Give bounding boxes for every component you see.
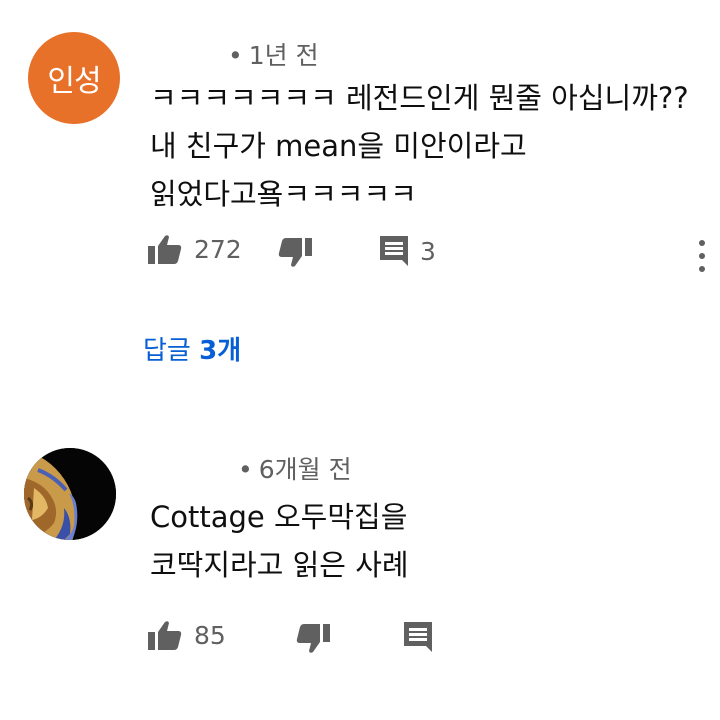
avatar[interactable]: 인성 — [28, 32, 120, 124]
comment-timestamp[interactable]: • 6개월 전 — [238, 450, 352, 486]
comment-time: 1년 전 — [248, 41, 319, 70]
view-replies-label: 답글 — [143, 336, 191, 366]
comment-icon — [380, 236, 408, 266]
like-button[interactable]: 85 — [148, 620, 226, 650]
like-count: 272 — [194, 234, 242, 264]
comment-text: Cottage 오두막집을 코딱지라고 읽은 사례 — [150, 493, 409, 589]
reply-count: 3 — [420, 236, 436, 266]
thumbs-up-icon — [148, 621, 182, 650]
comment-text: ㅋㅋㅋㅋㅋㅋㅋ 레전드인게 뭔줄 아십니까?? 내 친구가 mean을 미안이라… — [150, 74, 689, 218]
like-button[interactable]: 272 — [148, 234, 242, 264]
dislike-button[interactable] — [296, 624, 330, 654]
dislike-button[interactable] — [278, 238, 312, 268]
view-replies-link[interactable]: 답글 3개 — [143, 330, 241, 367]
comment-line: 내 친구가 mean을 미안이라고 — [150, 129, 527, 163]
thumbs-up-icon — [148, 235, 182, 264]
comment-actions: 85 — [0, 618, 720, 658]
avatar-initials: 인성 — [47, 64, 101, 99]
reply-button[interactable] — [404, 622, 432, 652]
comment: • 6개월 전 Cottage 오두막집을 코딱지라고 읽은 사례 85 — [0, 400, 720, 720]
like-count: 85 — [194, 620, 226, 650]
comment-line: 코딱지라고 읽은 사례 — [150, 548, 409, 582]
separator-dot: • — [238, 455, 253, 484]
reply-button[interactable]: 3 — [380, 236, 436, 266]
thumbs-down-icon — [278, 238, 312, 267]
avatar[interactable] — [24, 448, 116, 540]
separator-dot: • — [228, 41, 243, 70]
comment-timestamp[interactable]: • 1년 전 — [228, 36, 319, 72]
more-options-button[interactable] — [692, 238, 712, 274]
avatar-image — [24, 448, 116, 540]
comment-line: 읽었다고욬ㅋㅋㅋㅋㅋ — [150, 177, 417, 211]
comment-actions: 272 3 — [0, 232, 720, 272]
view-replies-count: 3개 — [199, 336, 242, 366]
comment-line: ㅋㅋㅋㅋㅋㅋㅋ 레전드인게 뭔줄 아십니까?? — [150, 81, 689, 115]
comment-icon — [404, 622, 432, 652]
comment-time: 6개월 전 — [258, 455, 352, 484]
comment-line: Cottage 오두막집을 — [150, 500, 408, 534]
comment: 인성 • 1년 전 ㅋㅋㅋㅋㅋㅋㅋ 레전드인게 뭔줄 아십니까?? 내 친구가 m… — [0, 0, 720, 400]
thumbs-down-icon — [296, 624, 330, 653]
